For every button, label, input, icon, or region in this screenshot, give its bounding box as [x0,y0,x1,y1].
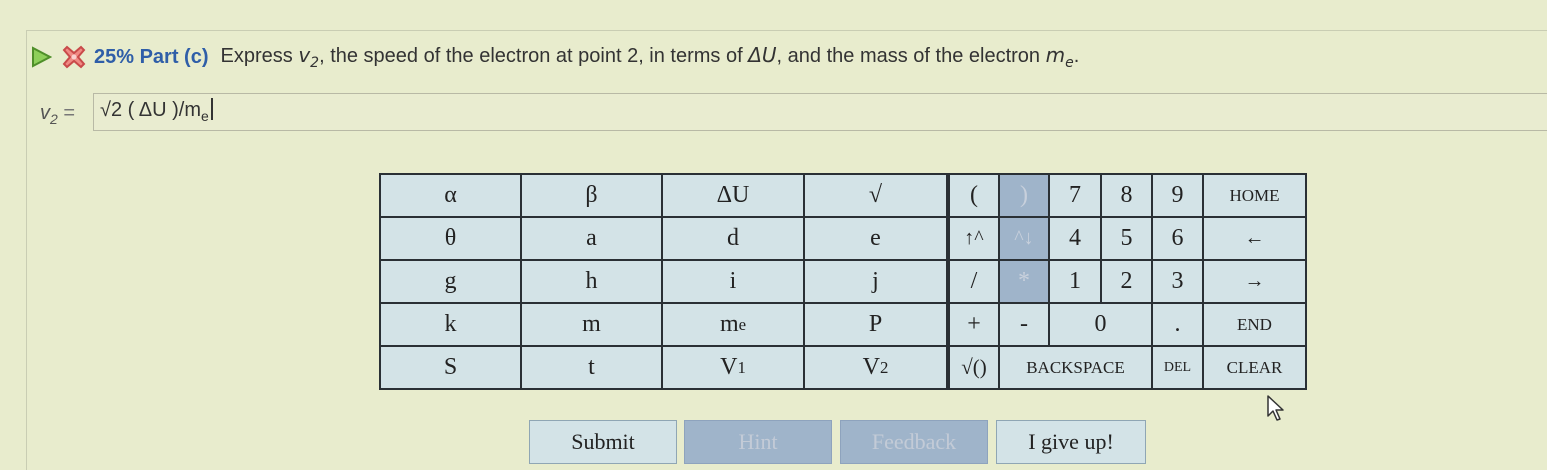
key-right-paren[interactable]: ) [998,173,1050,218]
key-sqrt-paren[interactable]: √() [948,345,1000,390]
key-7[interactable]: 7 [1048,173,1102,218]
key-i[interactable]: i [661,259,805,304]
key-4[interactable]: 4 [1048,216,1102,261]
key-d[interactable]: d [661,216,805,261]
key-k[interactable]: k [379,302,522,347]
key-j[interactable]: j [803,259,948,304]
x-icon [62,45,86,69]
key-t[interactable]: t [520,345,663,390]
key-right-arrow[interactable]: → [1202,259,1307,304]
submit-button[interactable]: Submit [529,420,677,464]
key-1[interactable]: 1 [1048,259,1102,304]
key-minus[interactable]: - [998,302,1050,347]
key-9[interactable]: 9 [1151,173,1204,218]
frame-left-border [26,30,27,470]
key-S[interactable]: S [379,345,522,390]
key-v1[interactable]: V1 [661,345,805,390]
key-0[interactable]: 0 [1048,302,1153,347]
key-plus[interactable]: + [948,302,1000,347]
key-multiply[interactable]: * [998,259,1050,304]
key-caret-down[interactable]: ^↓ [998,216,1050,261]
mouse-cursor-icon [1267,395,1284,421]
key-m-e[interactable]: me [661,302,805,347]
frame-top-border [26,30,1547,31]
key-m[interactable]: m [520,302,663,347]
play-icon[interactable] [30,46,52,68]
key-left-paren[interactable]: ( [948,173,1000,218]
give-up-button[interactable]: I give up! [996,420,1146,464]
key-8[interactable]: 8 [1100,173,1153,218]
key-theta[interactable]: θ [379,216,522,261]
key-clear[interactable]: CLEAR [1202,345,1307,390]
key-P[interactable]: P [803,302,948,347]
key-2[interactable]: 2 [1100,259,1153,304]
key-e[interactable]: e [803,216,948,261]
part-header: 25% Part (c) Express v2, the speed of th… [30,42,1079,72]
hint-button[interactable]: Hint [684,420,832,464]
key-decimal[interactable]: . [1151,302,1204,347]
feedback-button[interactable]: Feedback [840,420,988,464]
key-beta[interactable]: β [520,173,663,218]
key-3[interactable]: 3 [1151,259,1204,304]
key-up-caret[interactable]: ↑^ [948,216,1000,261]
key-end[interactable]: END [1202,302,1307,347]
key-a[interactable]: a [520,216,663,261]
question-prompt: Express v2, the speed of the electron at… [220,43,1080,71]
answer-input[interactable]: √2 ( ΔU )/me [93,93,1547,131]
answer-label: v2 = [40,102,76,127]
key-left-arrow[interactable]: ← [1202,216,1307,261]
key-sqrt[interactable]: √ [803,173,948,218]
key-g[interactable]: g [379,259,522,304]
key-h[interactable]: h [520,259,663,304]
key-delta-u[interactable]: ΔU [661,173,805,218]
key-v2[interactable]: V2 [803,345,948,390]
key-del[interactable]: DEL [1151,345,1204,390]
key-5[interactable]: 5 [1100,216,1153,261]
part-percent: 25% Part (c) [94,45,209,68]
key-home[interactable]: HOME [1202,173,1307,218]
key-6[interactable]: 6 [1151,216,1204,261]
key-slash[interactable]: / [948,259,1000,304]
key-alpha[interactable]: α [379,173,522,218]
text-caret [210,98,213,120]
key-backspace[interactable]: BACKSPACE [998,345,1153,390]
